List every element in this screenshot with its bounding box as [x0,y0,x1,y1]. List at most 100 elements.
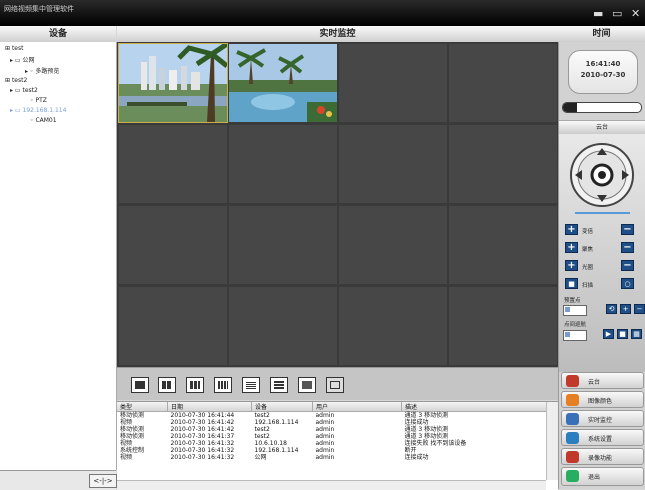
nav-live-button[interactable]: 实时监控 [561,410,644,427]
tree-item-192-168-1-114[interactable]: ▸ ▭ 192.168.1.114 [10,107,66,114]
cruise-select[interactable] [563,330,587,341]
cruise-grid-button[interactable]: ▦ [631,329,642,339]
log-cell: 2010-07-30 16:41:32 [170,454,235,461]
layout-1-button[interactable] [131,377,149,393]
monitor-icon [566,413,579,425]
nav-ptz-button[interactable]: 云台 [561,372,644,389]
video-cell-16[interactable] [449,287,557,365]
layout-16-button[interactable] [214,377,232,393]
focus-plus-button[interactable]: + [565,224,578,235]
table-row[interactable]: 视频 2010-07-30 16:41:32 10.6.10.18 admin 连接失败… [117,440,557,447]
ptz-speed-slider[interactable] [575,212,630,214]
event-log: 类型 日期 设备 用户 描述 移动侦测 2010-07-30 16:41:44 te… [117,401,558,490]
zoom-plus-button[interactable]: + [565,242,578,253]
preset-set-button[interactable]: + [620,304,631,314]
log-cell: 连接成功 [404,454,429,461]
cruise-play-button[interactable]: ▶ [603,329,614,339]
log-cell: admin [315,447,335,454]
tree-item-test2-group[interactable]: ⊞ test2 [5,77,27,84]
close-icon[interactable]: ✕ [631,8,640,19]
tree-item-cam01[interactable]: ◦ CAM01 [30,117,57,124]
nav-label: 云台 [588,379,601,386]
settings-icon [566,432,579,444]
video-cell-4[interactable] [449,44,557,122]
tree-item-label: PTZ [35,97,47,104]
log-cell: test2 [254,412,270,419]
layout-9-button[interactable] [186,377,204,393]
log-column-header[interactable]: 类型 [117,402,168,412]
video-cell-3[interactable] [339,44,447,122]
maximize-icon[interactable]: ▭ [612,8,622,19]
table-row[interactable]: 移动侦测 2010-07-30 16:41:44 test2 admin 通道 3 移动… [117,412,557,420]
tree-item-label: CAM01 [35,117,57,124]
log-vertical-scrollbar[interactable] [546,402,558,480]
focus-minus-button[interactable]: − [621,224,634,235]
log-cell: 通道 3 移动侦测 [404,412,449,419]
layout-4-button[interactable] [158,377,176,393]
time-header: 时间 [558,26,645,43]
record-icon [566,451,579,463]
cruise-stop-button[interactable]: ■ [617,329,628,339]
fullscreen-button[interactable] [326,377,344,393]
nav-record-button[interactable]: 录像功能 [561,448,644,465]
tree-item-public[interactable]: ▸ ▭ 公网 [10,55,35,64]
video-cell-14[interactable] [229,287,337,365]
nav-exit-button[interactable]: 退出 [561,467,644,486]
preset-select[interactable] [563,305,587,316]
video-cell-8[interactable] [449,125,557,203]
video-cell-1[interactable] [118,41,229,123]
table-row[interactable]: 视频 2010-07-30 16:41:42 192.168.1.114 admin 连… [117,419,557,426]
nav-label: 图像颜色 [588,398,613,405]
minimize-icon[interactable]: ▬ [593,8,603,19]
tree-scroll-arrows[interactable]: <-|-> [89,474,117,488]
log-column-header[interactable]: 描述 [401,402,557,412]
log-column-header[interactable]: 日期 [167,402,252,412]
log-cell: 视频 [120,419,133,426]
video-cell-9[interactable] [119,206,227,284]
nav-label: 退出 [588,474,601,481]
log-cell: admin [315,412,335,419]
layout-36-button[interactable] [270,377,288,393]
table-row[interactable]: 移动侦测 2010-07-30 16:41:42 test2 admin 通道 3 移动… [117,426,557,433]
title-bar: 网络视频集中管理软件 ▬ ▭ ✕ [0,0,645,26]
tree-item-label: test [11,45,24,52]
tree-item-label: 192.168.1.114 [22,107,67,114]
tree-item-test2[interactable]: ▸ ▭ test2 [10,87,38,94]
tree-item-label: test2 [11,77,28,84]
tree-item-test[interactable]: ⊞ test [5,45,23,52]
video-cell-6[interactable] [229,125,337,203]
video-cell-7[interactable] [339,125,447,203]
video-cell-10[interactable] [229,206,337,284]
table-row[interactable]: 视频 2010-07-30 16:41:32 公网 admin 连接成功 [117,454,557,461]
iris-plus-button[interactable]: + [565,260,578,271]
log-cell: 移动侦测 [120,412,145,419]
video-cell-5[interactable] [119,125,227,203]
video-cell-11[interactable] [339,206,447,284]
table-row[interactable]: 系统控制 2010-07-30 16:41:32 192.168.1.114 admi… [117,447,557,454]
log-cell: admin [315,454,335,461]
layout-64-button[interactable] [298,377,316,393]
log-column-header[interactable]: 设备 [251,402,313,412]
tree-item-multi-preview[interactable]: ▸ ◦ 多路预览 [25,66,59,75]
iris-minus-button[interactable]: − [621,260,634,271]
video-cell-2[interactable] [229,44,337,122]
scan-button[interactable]: ■ [565,278,578,289]
log-cell: 通道 3 移动侦测 [404,426,449,433]
video-cell-15[interactable] [339,287,447,365]
tree-item-ptz[interactable]: ◦ PTZ [30,97,47,104]
video-cell-12[interactable] [449,206,557,284]
video-cell-13[interactable] [119,287,227,365]
zoom-minus-button[interactable]: − [621,242,634,253]
log-cell: admin [315,426,335,433]
preset-delete-button[interactable]: − [634,304,645,314]
ptz-direction-pad[interactable] [569,142,635,208]
log-cell: 192.168.1.114 [254,419,299,426]
scan-stop-button[interactable]: ○ [621,278,634,289]
nav-color-button[interactable]: 图像颜色 [561,391,644,408]
nav-label: 系统设置 [588,436,613,443]
log-column-header[interactable]: 用户 [312,402,402,412]
nav-settings-button[interactable]: 系统设置 [561,429,644,446]
layout-25-button[interactable] [242,377,260,393]
table-row[interactable]: 移动侦测 2010-07-30 16:41:37 test2 admin 通道 3 移动… [117,433,557,440]
preset-call-button[interactable]: ⟲ [606,304,617,314]
